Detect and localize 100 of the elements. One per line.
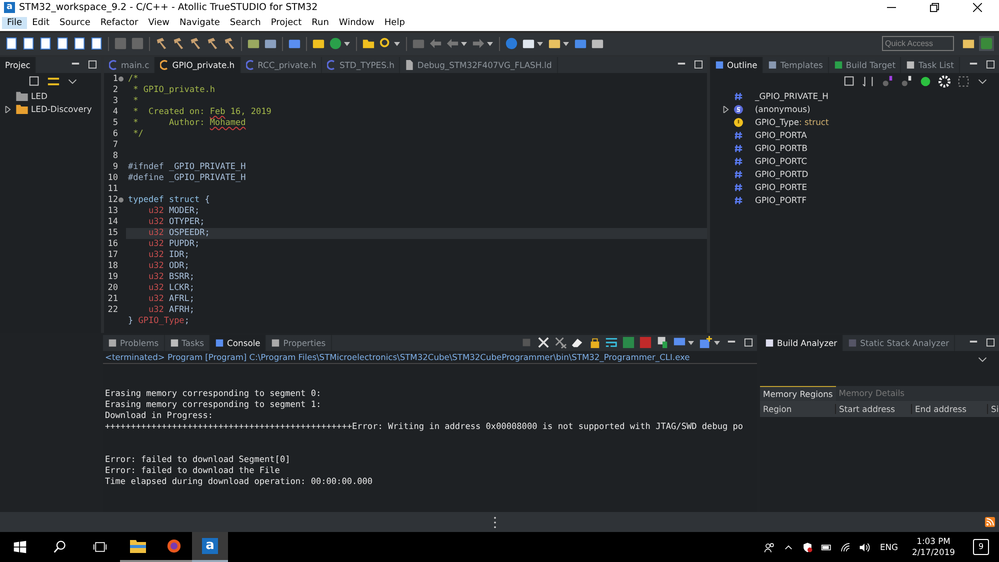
column-header[interactable]: Region: [760, 404, 836, 414]
hide-static-icon[interactable]: [900, 74, 913, 88]
menu-item[interactable]: Navigate: [174, 17, 225, 30]
panel-tab[interactable]: Console: [210, 334, 266, 351]
panel-tab[interactable]: Task List: [901, 56, 960, 73]
caret-icon[interactable]: [714, 340, 720, 345]
column-header[interactable]: End address: [912, 404, 988, 414]
tree-item[interactable]: LED-Discovery: [31, 104, 92, 114]
outline-item[interactable]: GPIO_PORTF: [755, 195, 807, 206]
caret-icon[interactable]: [487, 42, 493, 46]
fold-icon[interactable]: [118, 76, 124, 82]
remove-icon[interactable]: [537, 336, 550, 350]
search-icon[interactable]: [53, 540, 67, 554]
quick-access-field[interactable]: Quick Access: [882, 36, 954, 52]
gear-icon[interactable]: [938, 74, 951, 88]
expand-arrow-icon[interactable]: [4, 106, 11, 113]
collapse-all-icon[interactable]: [843, 74, 856, 88]
menu-item[interactable]: Refactor: [95, 17, 144, 30]
hammer-icon[interactable]: [223, 37, 236, 50]
caret-icon[interactable]: [344, 42, 350, 46]
hammer-icon[interactable]: [155, 37, 168, 50]
forward-icon[interactable]: [472, 37, 485, 50]
maximize-icon[interactable]: [88, 60, 97, 70]
task-view-icon[interactable]: [93, 540, 107, 554]
menu-item[interactable]: Project: [266, 17, 307, 30]
lock-icon[interactable]: [588, 336, 601, 350]
outline-item[interactable]: (anonymous): [755, 104, 810, 114]
hide-fields-icon[interactable]: [881, 74, 894, 88]
hammer-icon[interactable]: [189, 37, 202, 50]
hammer-icon[interactable]: [172, 37, 185, 50]
outline-item[interactable]: GPIO_Type: struct: [755, 117, 829, 128]
caret-icon[interactable]: [563, 42, 569, 46]
menu-item[interactable]: Run: [306, 17, 334, 30]
notification-button[interactable]: 9: [973, 539, 989, 555]
status-dot-icon[interactable]: [919, 74, 932, 88]
panel-tab[interactable]: Static Stack Analyzer: [843, 334, 956, 351]
menu-item[interactable]: Help: [379, 17, 410, 30]
more-icon[interactable]: [492, 516, 496, 529]
volume-icon[interactable]: [859, 542, 870, 552]
run-icon[interactable]: [329, 37, 342, 50]
app-taskbar-button[interactable]: a: [192, 532, 228, 562]
editor-tab[interactable]: STD_TYPES.h: [322, 56, 400, 73]
outline-item[interactable]: GPIO_PORTD: [755, 169, 808, 180]
shield-icon[interactable]: [802, 542, 813, 552]
wifi-icon[interactable]: [840, 542, 851, 552]
outline-item[interactable]: GPIO_PORTE: [755, 182, 808, 192]
menu-item[interactable]: Edit: [27, 17, 54, 30]
panel-tab[interactable]: Build Analyzer: [760, 334, 844, 351]
clock-date[interactable]: 2/17/2019: [912, 547, 955, 558]
sort-icon[interactable]: [862, 74, 875, 88]
close-icon[interactable]: [973, 3, 982, 12]
column-header[interactable]: Si: [988, 404, 999, 414]
language-indicator[interactable]: ENG: [880, 542, 898, 552]
outline-item[interactable]: GPIO_PORTB: [755, 143, 808, 154]
monitor-icon[interactable]: [288, 37, 301, 50]
fold-icon[interactable]: [118, 197, 124, 204]
outline-item[interactable]: _GPIO_PRIVATE_H: [755, 91, 828, 102]
caret-icon[interactable]: [461, 42, 467, 46]
editor-tab[interactable]: RCC_private.h: [240, 56, 322, 73]
menu-item[interactable]: View: [143, 17, 175, 30]
back-icon[interactable]: [429, 37, 442, 50]
pin-icon[interactable]: [656, 336, 669, 350]
outline-item[interactable]: GPIO_PORTC: [755, 156, 808, 166]
menu-item[interactable]: Search: [224, 17, 266, 30]
clock-time[interactable]: 1:03 PM: [916, 536, 950, 547]
memory-tab[interactable]: Memory Regions: [760, 386, 836, 401]
line-number: 20: [108, 282, 118, 294]
focus-icon[interactable]: [957, 74, 970, 88]
column-header[interactable]: Start address: [836, 404, 912, 414]
collapse-all-icon[interactable]: [28, 74, 41, 88]
remove-all-icon[interactable]: [554, 336, 567, 350]
maximize-icon[interactable]: [986, 60, 995, 70]
start-icon[interactable]: [13, 540, 27, 554]
maximize-icon[interactable]: [694, 60, 703, 70]
expand-arrow-icon[interactable]: [722, 106, 729, 113]
outline-item[interactable]: GPIO_PORTA: [755, 130, 807, 140]
maximize-icon[interactable]: [744, 338, 753, 348]
panel-tab[interactable]: Build Target: [828, 56, 902, 73]
tree-item[interactable]: LED: [31, 91, 48, 102]
hammer-icon[interactable]: [206, 37, 219, 50]
menu-item[interactable]: Window: [334, 17, 380, 30]
new-console-icon[interactable]: [699, 336, 712, 350]
panel-tab[interactable]: Projec: [0, 56, 36, 73]
caret-icon[interactable]: [394, 42, 400, 46]
folder-icon[interactable]: [362, 37, 375, 50]
people-icon[interactable]: [764, 542, 775, 552]
maximize-icon[interactable]: [986, 338, 995, 348]
menu-item[interactable]: Source: [54, 17, 96, 30]
rss-icon[interactable]: [985, 517, 995, 528]
eraser-icon[interactable]: [571, 336, 584, 350]
editor-tab[interactable]: Debug_STM32F407VG_FLASH.ld: [400, 56, 558, 73]
panel-tab[interactable]: Templates: [763, 56, 829, 73]
code-line: * GPIO_private.h: [132, 84, 216, 96]
editor-tab[interactable]: GPIO_private.h: [155, 56, 241, 73]
back-icon[interactable]: [446, 37, 459, 50]
caret-icon[interactable]: [688, 340, 694, 345]
menu-item[interactable]: File: [2, 17, 28, 30]
panel-tab[interactable]: Outline: [710, 56, 764, 73]
restore-icon[interactable]: [930, 3, 939, 12]
caret-icon[interactable]: [537, 42, 543, 46]
